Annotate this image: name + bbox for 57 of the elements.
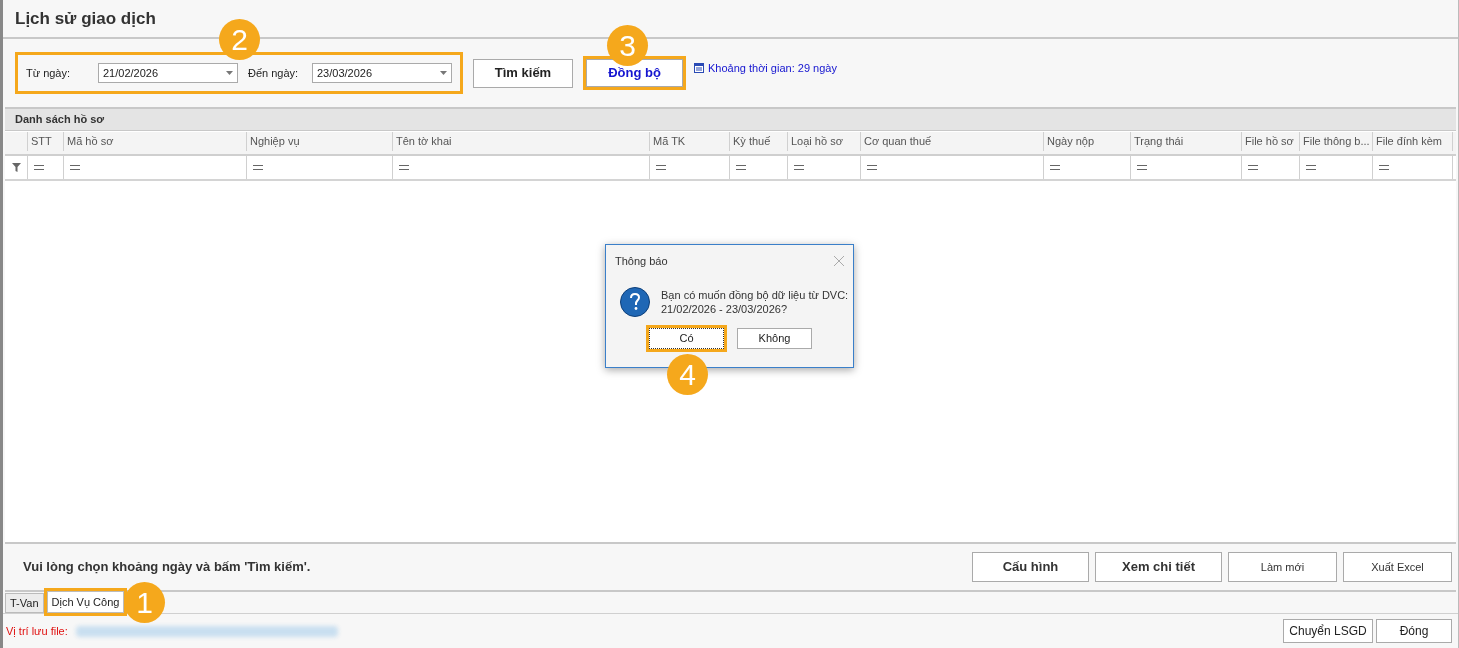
equals-icon[interactable] [794, 165, 804, 170]
date-field[interactable]: 23/03/2026 [312, 63, 452, 83]
column-header[interactable]: Tên tờ khai [393, 132, 650, 152]
dialog-button[interactable]: Có [649, 328, 724, 349]
column-header[interactable]: File đính kèm [1373, 132, 1453, 152]
column-header[interactable]: File hồ sơ [1242, 132, 1300, 152]
column-header[interactable]: STT [28, 132, 64, 152]
dialog-message: Bạn có muốn đồng bộ dữ liệu từ DVC: 21/02/2026 - 23/03/2026? [661, 288, 849, 316]
path-label: Vị trí lưu file: [6, 623, 68, 639]
action-button[interactable]: Xuất Excel [1343, 552, 1452, 582]
callout-badge: 2 [219, 19, 260, 60]
equals-icon[interactable] [1137, 165, 1147, 170]
column-header[interactable]: File thông b... [1300, 132, 1373, 152]
field-label: Đến ngày: [248, 65, 300, 81]
footer-button[interactable]: Chuyển LSGD [1283, 619, 1373, 643]
column-header[interactable]: Kỳ thuế [730, 132, 788, 152]
calendar-icon [694, 63, 704, 73]
column-header[interactable]: Mã TK [650, 132, 730, 152]
window-title: Lịch sử giao dịch [15, 7, 156, 30]
equals-icon[interactable] [253, 165, 263, 170]
group-header: Danh sách hồ sơ [5, 109, 1456, 131]
column-header[interactable]: Mã hồ sơ [64, 132, 247, 152]
equals-icon[interactable] [656, 165, 666, 170]
equals-icon[interactable] [1248, 165, 1258, 170]
action-button[interactable]: Cấu hình [972, 552, 1089, 582]
column-header[interactable]: Nghiệp vụ [247, 132, 393, 152]
caret-icon [226, 71, 233, 75]
question-icon [620, 287, 650, 317]
field-label: Từ ngày: [26, 65, 72, 81]
column-header[interactable]: Trạng thái [1131, 132, 1242, 152]
equals-icon[interactable] [34, 165, 44, 170]
search-button[interactable]: Tìm kiếm [473, 58, 573, 88]
equals-icon[interactable] [736, 165, 746, 170]
filter-icon[interactable] [11, 163, 21, 172]
column-header[interactable]: Loại hồ sơ [788, 132, 861, 152]
sync-button[interactable]: Đồng bộ [586, 59, 683, 87]
callout-badge: 1 [124, 582, 165, 623]
equals-icon[interactable] [867, 165, 877, 170]
period-text: Khoảng thời gian: 29 ngày [708, 60, 837, 76]
action-button[interactable]: Làm mới [1228, 552, 1337, 582]
action-button[interactable]: Xem chi tiết [1095, 552, 1222, 582]
callout-badge: 3 [607, 25, 648, 66]
equals-icon[interactable] [1379, 165, 1389, 170]
equals-icon[interactable] [1050, 165, 1060, 170]
column-header[interactable]: Ngày nộp [1044, 132, 1131, 152]
dialog-button[interactable]: Không [737, 328, 812, 349]
dialog-title: Thông báo [615, 253, 668, 269]
column-header[interactable]: Cơ quan thuế [861, 132, 1044, 152]
caret-icon [440, 71, 447, 75]
equals-icon[interactable] [1306, 165, 1316, 170]
tab[interactable]: T-Van [5, 593, 44, 613]
equals-icon[interactable] [399, 165, 409, 170]
tab[interactable]: Dịch Vụ Công [46, 591, 125, 613]
status-message: Vui lòng chọn khoảng ngày và bấm 'Tìm kiếm'. [23, 558, 312, 577]
date-field[interactable]: 21/02/2026 [98, 63, 238, 83]
equals-icon[interactable] [70, 165, 80, 170]
footer-button[interactable]: Đóng [1376, 619, 1452, 643]
